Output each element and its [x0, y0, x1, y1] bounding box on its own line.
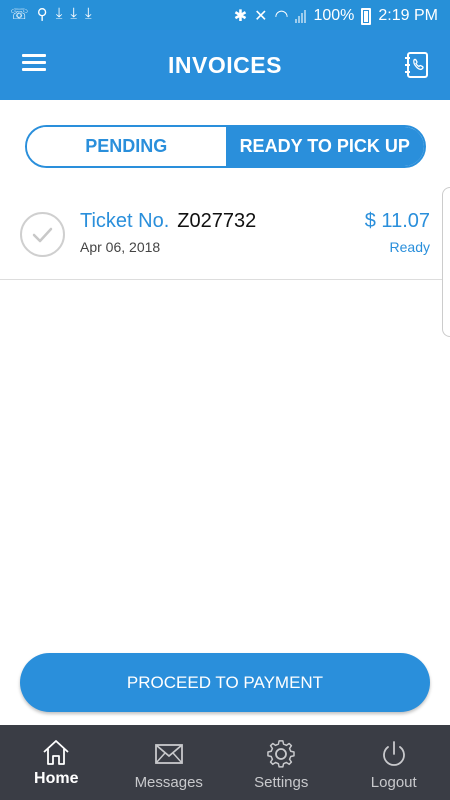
envelope-icon [154, 744, 183, 764]
clock: 2:19 PM [378, 7, 438, 24]
bottom-navigation: Home Messages Settings Logout [0, 725, 450, 800]
invoice-amount: $ 11.07 [364, 210, 430, 232]
app-bar: INVOICES [0, 30, 450, 100]
ticket-number: Z027732 [177, 210, 257, 232]
nav-settings[interactable]: Settings [225, 725, 338, 800]
nav-logout[interactable]: Logout [338, 725, 450, 800]
nav-home[interactable]: Home [0, 725, 113, 800]
mute-icon: ✕ [254, 8, 268, 25]
select-checkbox[interactable] [20, 212, 65, 257]
signal-icon [295, 9, 307, 23]
phone-book-icon [405, 52, 428, 78]
status-bar: ☏ ⚲ ⤓ ⤓ ⤓ ✱ ✕ ◠ 100% 2:19 PM [0, 0, 450, 30]
tab-ready-to-pick-up[interactable]: READY TO PICK UP [225, 127, 424, 166]
tab-pending[interactable]: PENDING [27, 127, 226, 166]
notification-icons: ☏ ⚲ ⤓ ⤓ ⤓ [10, 5, 92, 23]
invoice-date: Apr 06, 2018 [80, 239, 161, 255]
wifi-icon: ◠ [274, 8, 289, 25]
power-icon [382, 741, 405, 766]
nav-logout-label: Logout [370, 774, 417, 791]
system-status: ✱ ✕ ◠ 100% 2:19 PM [234, 6, 438, 26]
nav-messages[interactable]: Messages [113, 725, 226, 800]
bluetooth-icon: ✱ [233, 8, 248, 25]
proceed-to-payment-button[interactable]: PROCEED TO PAYMENT [20, 653, 430, 712]
download-icon: ⤓ [70, 5, 78, 22]
nav-home-label: Home [34, 770, 79, 787]
download-icon: ⤓ [55, 5, 63, 22]
missed-call-icon: ☏ [10, 6, 29, 23]
nav-messages-label: Messages [134, 774, 203, 791]
edge-panel-handle[interactable] [442, 187, 450, 337]
check-icon [32, 227, 53, 243]
invoice-status: Ready [389, 239, 430, 255]
contact-book-button[interactable] [402, 50, 432, 80]
keyhole-icon: ⚲ [36, 6, 48, 23]
home-icon [43, 740, 69, 765]
ticket-label: Ticket No. [80, 210, 170, 232]
invoice-tabs: PENDING READY TO PICK UP [25, 125, 426, 168]
battery-percent: 100% [313, 7, 355, 24]
gear-icon [267, 740, 295, 768]
download-icon: ⤓ [85, 5, 92, 22]
ticket-line: Ticket No. Z027732 [80, 210, 256, 233]
page-title: INVOICES [168, 52, 282, 78]
battery-icon [361, 7, 372, 25]
invoice-row[interactable]: Ticket No. Z027732 Apr 06, 2018 $ 11.07 R… [0, 190, 445, 280]
nav-settings-label: Settings [254, 774, 309, 791]
